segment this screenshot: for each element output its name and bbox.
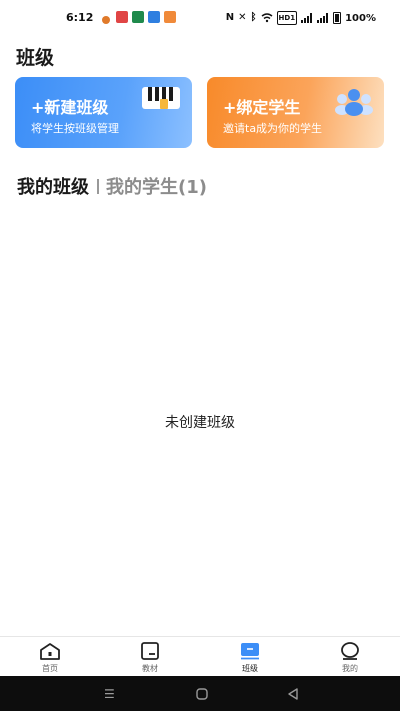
new-class-subtitle: 将学生按班级管理 xyxy=(31,122,119,135)
nav-label-profile: 我的 xyxy=(342,664,358,673)
status-indicators: N ✕ ᛒ HD1 100% xyxy=(226,11,376,25)
tab-my-students[interactable]: 我的学生(1) xyxy=(106,173,207,199)
nav-label-home: 首页 xyxy=(42,664,58,673)
nfc-icon: N xyxy=(225,12,235,23)
piano-keys-icon xyxy=(142,87,180,109)
home-button-icon[interactable] xyxy=(196,688,208,700)
nav-item-class[interactable]: 班级 xyxy=(200,637,300,676)
app-notification-icon xyxy=(132,11,144,23)
wifi-icon xyxy=(261,13,273,23)
status-time: 6:12 xyxy=(66,11,94,24)
bottom-nav: 首页 教材 班级 我的 xyxy=(0,636,400,676)
page-title: 班级 xyxy=(16,47,55,69)
signal-icon xyxy=(317,13,329,23)
app-notification-icon xyxy=(100,11,112,24)
tab-my-classes[interactable]: 我的班级 xyxy=(17,173,89,199)
class-tabs: 我的班级 我的学生(1) xyxy=(17,173,207,199)
bind-student-title: +绑定学生 xyxy=(223,98,301,117)
app-notification-icon xyxy=(148,11,160,23)
bluetooth-icon: ᛒ xyxy=(250,12,257,23)
profile-icon xyxy=(341,642,359,660)
system-nav-bar: ☰ xyxy=(0,676,400,711)
mute-icon: ✕ xyxy=(238,12,247,23)
battery-icon xyxy=(333,12,342,24)
nav-item-textbook[interactable]: 教材 xyxy=(100,637,200,676)
textbook-icon xyxy=(141,642,159,660)
menu-icon[interactable]: ☰ xyxy=(104,687,115,701)
new-class-card[interactable]: +新建班级 将学生按班级管理 xyxy=(15,77,192,148)
network-type-label: HD1 xyxy=(276,11,298,25)
class-icon xyxy=(241,643,259,660)
signal-icon xyxy=(301,13,313,23)
students-icon xyxy=(335,89,373,116)
status-bar: 6:12 N ✕ ᛒ HD1 100% xyxy=(0,0,400,36)
empty-state-message: 未创建班级 xyxy=(165,415,235,431)
battery-level: 100% xyxy=(345,12,376,24)
nav-item-profile[interactable]: 我的 xyxy=(300,637,400,676)
back-icon[interactable] xyxy=(287,688,299,700)
bind-student-card[interactable]: +绑定学生 邀请ta成为你的学生 xyxy=(207,77,384,148)
app-notification-icon xyxy=(116,11,128,23)
nav-item-home[interactable]: 首页 xyxy=(0,637,100,676)
nav-label-class: 班级 xyxy=(242,664,258,673)
nav-label-textbook: 教材 xyxy=(142,664,158,673)
home-icon xyxy=(40,643,60,660)
tab-divider xyxy=(97,178,99,194)
bind-student-subtitle: 邀请ta成为你的学生 xyxy=(223,122,323,135)
status-app-icons xyxy=(100,11,176,24)
new-class-title: +新建班级 xyxy=(31,98,109,117)
app-notification-icon xyxy=(164,11,176,23)
